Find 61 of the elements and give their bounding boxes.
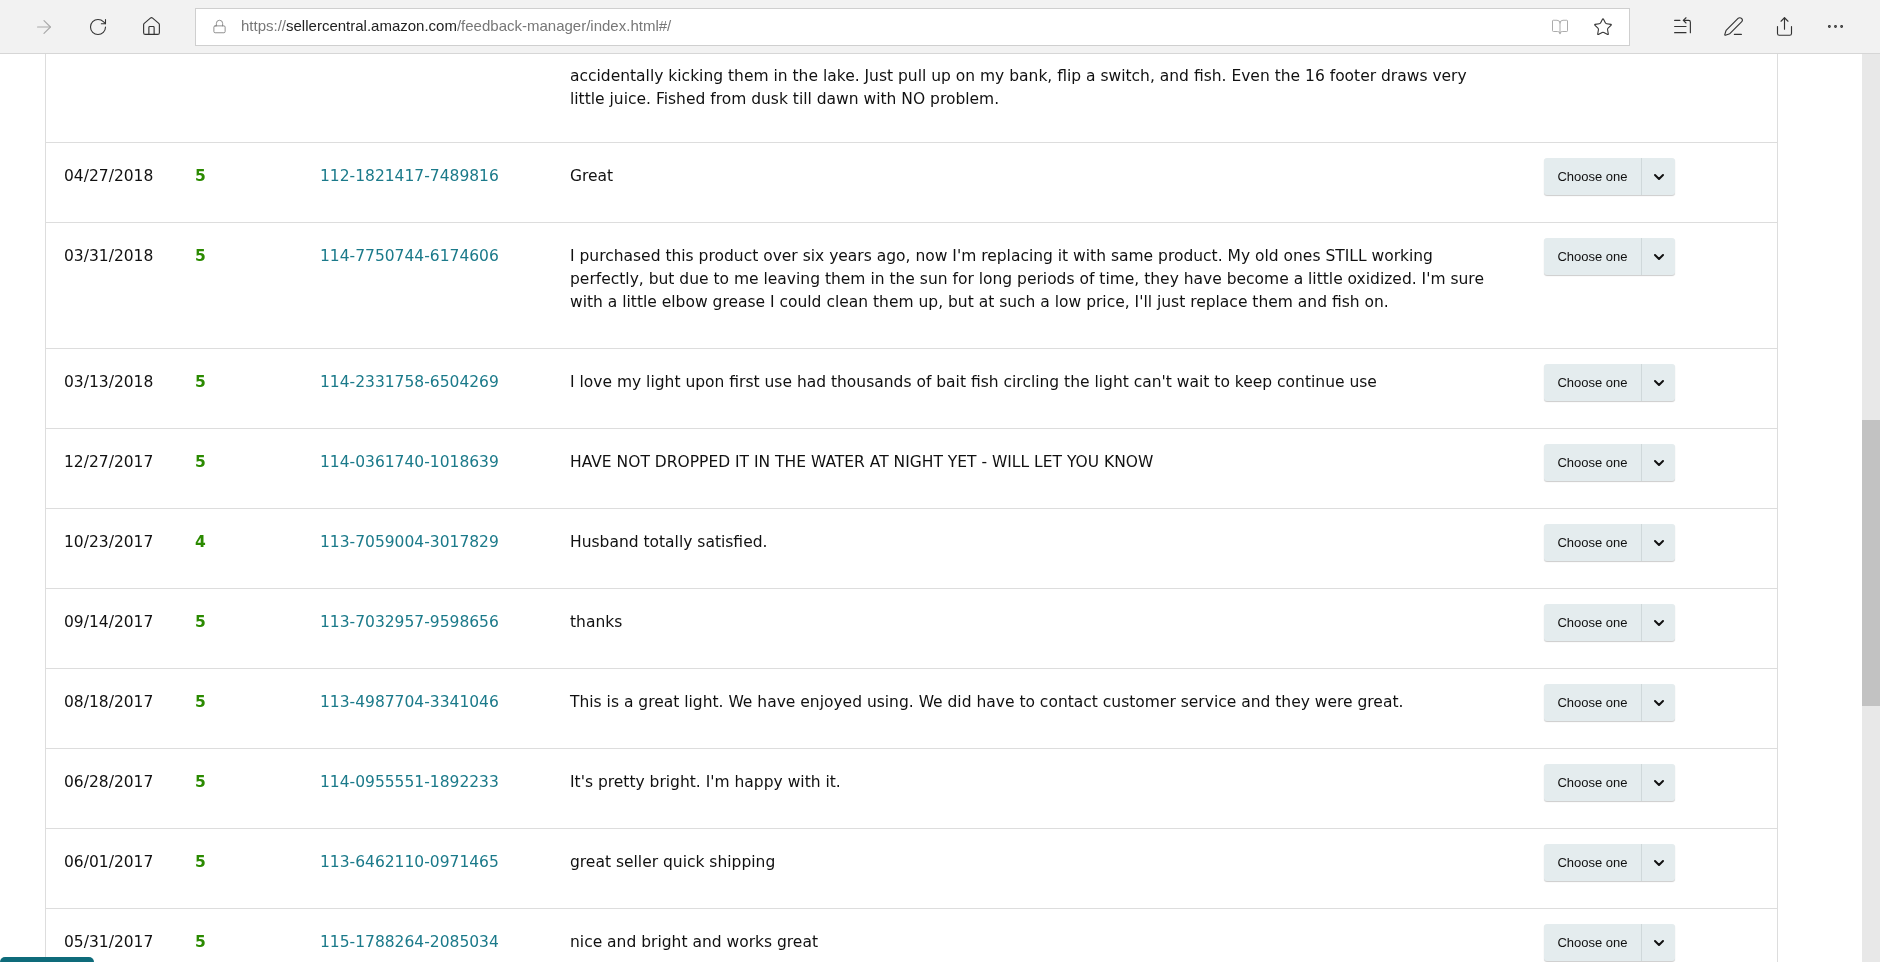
- date-text: 08/18/2017: [64, 692, 155, 713]
- choose-one-dropdown[interactable]: Choose one: [1544, 684, 1675, 721]
- rating-text: 5: [195, 452, 207, 473]
- order-link[interactable]: 113-7059004-3017829: [320, 531, 570, 554]
- order-link[interactable]: 113-4987704-3341046: [320, 691, 570, 714]
- comment-text: It's pretty bright. I'm happy with it.: [570, 772, 842, 793]
- address-bar[interactable]: https://sellercentral.amazon.com/feedback-manager/index.html#/: [195, 7, 1630, 46]
- choose-one-dropdown[interactable]: Choose one: [1544, 444, 1675, 481]
- feedback-tab[interactable]: [0, 957, 94, 962]
- date-text: 10/23/2017: [64, 532, 155, 553]
- comment-text: HAVE NOT DROPPED IT IN THE WATER AT NIGHT YET - WILL LET YOU KNOW: [570, 452, 1155, 473]
- date-text: 06/01/2017: [64, 852, 155, 873]
- order-link[interactable]: 114-0361740-1018639: [320, 451, 570, 474]
- rating-text: 5: [195, 772, 207, 793]
- order-link[interactable]: 115-1788264-2085034: [320, 931, 570, 954]
- star-icon[interactable]: [1593, 16, 1613, 37]
- choose-one-dropdown[interactable]: Choose one: [1544, 364, 1675, 401]
- rating-text: 5: [195, 932, 207, 953]
- choose-one-dropdown[interactable]: Choose one: [1544, 844, 1675, 881]
- comment-text: Great: [570, 166, 615, 187]
- date-text: 06/28/2017: [64, 772, 155, 793]
- choose-one-dropdown[interactable]: Choose one: [1544, 924, 1675, 961]
- comment-text: thanks: [570, 612, 624, 633]
- choose-one-dropdown[interactable]: Choose one: [1544, 158, 1675, 195]
- url-text: https://sellercentral.amazon.com/feedback-manager/index.html#/: [241, 16, 672, 37]
- pen-icon[interactable]: [1723, 16, 1744, 37]
- choose-one-dropdown[interactable]: Choose one: [1544, 604, 1675, 641]
- rating-text: 5: [195, 372, 207, 393]
- date-text: 09/14/2017: [64, 612, 155, 633]
- order-link[interactable]: 114-0955551-1892233: [320, 771, 570, 794]
- comment-text: nice and bright and works great: [570, 932, 819, 953]
- rating-text: 4: [195, 532, 207, 553]
- date-text: 12/27/2017: [64, 452, 155, 473]
- choose-one-dropdown[interactable]: Choose one: [1544, 764, 1675, 801]
- order-link[interactable]: 114-2331758-6504269: [320, 371, 570, 394]
- order-link[interactable]: 113-7032957-9598656: [320, 611, 570, 634]
- refresh-icon[interactable]: [88, 16, 108, 37]
- date-text: 03/13/2018: [64, 372, 155, 393]
- rating-text: 5: [195, 852, 207, 873]
- order-link[interactable]: 114-7750744-6174606: [320, 245, 570, 268]
- lock-icon: [212, 19, 227, 34]
- rating-text: 5: [195, 612, 207, 633]
- scrollbar-thumb[interactable]: [1862, 420, 1880, 706]
- comment-text: great seller quick shipping: [570, 852, 777, 873]
- comment-text: accidentally kicking them in the lake. Just pull up on my bank, flip a switch, and fish. Even the 16 footer draws very little juice. Fished from dusk till dawn with NO problem.: [570, 66, 1468, 110]
- comment-text: I purchased this product over six years ago, now I'm replacing it with same product. My old ones STILL working perfectly, but due to me leaving them in the sun for long periods of time, they have become a little oxidized. I'm sure with a little elbow grease I could clean them up, but at such a low price, I'll just replace them and fish on.: [570, 246, 1485, 313]
- order-link[interactable]: 112-1821417-7489816: [320, 165, 570, 188]
- home-icon[interactable]: [141, 16, 162, 37]
- choose-one-dropdown[interactable]: Choose one: [1544, 524, 1675, 561]
- date-text: 05/31/2017: [64, 932, 155, 953]
- order-link[interactable]: 113-6462110-0971465: [320, 851, 570, 874]
- share-icon[interactable]: [1774, 16, 1795, 37]
- comment-text: I love my light upon first use had thousands of bait fish circling the light can't wait to keep continue use: [570, 372, 1378, 393]
- rating-text: 5: [195, 246, 207, 267]
- comment-text: This is a great light. We have enjoyed using. We did have to contact customer service and they were great.: [570, 692, 1405, 713]
- comment-text: Husband totally satisfied.: [570, 532, 769, 553]
- date-text: 03/31/2018: [64, 246, 155, 267]
- rating-text: 5: [195, 166, 207, 187]
- rating-text: 5: [195, 692, 207, 713]
- choose-one-dropdown[interactable]: Choose one: [1544, 238, 1675, 275]
- date-text: 04/27/2018: [64, 166, 155, 187]
